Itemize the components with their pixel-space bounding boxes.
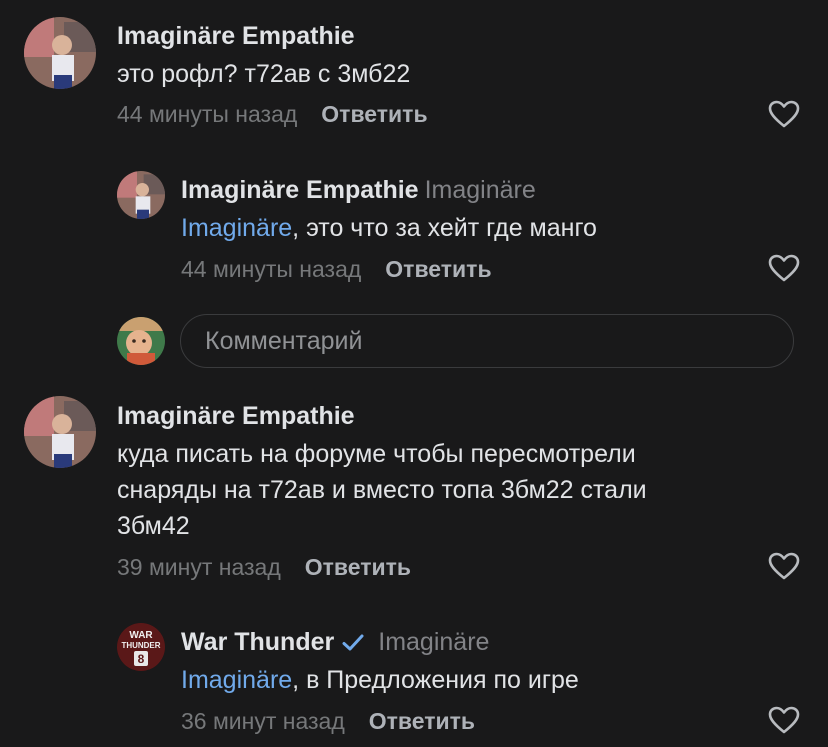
comment-text: это рофл? т72ав с 3мб22 [117,60,411,88]
logo-text-line3: 8 [138,652,145,666]
avatar[interactable] [24,396,96,468]
reply-button[interactable]: Ответить [305,554,411,580]
comment-text: Imaginäre, это что за хейт где манго [181,210,597,246]
comment-meta: 36 минут назад Ответить [181,708,475,735]
comment-meta: 44 минуты назад Ответить [181,256,492,283]
comment-text: Imaginäre, в Предложения по игре [181,662,579,698]
reply-button[interactable]: Ответить [385,256,491,282]
current-user-avatar [117,317,165,365]
comment-header: Imaginäre Empathie Imaginäre [181,176,536,205]
comment-meta: 44 минуты назад Ответить [117,101,428,128]
comment-body: , это что за хейт где манго [292,214,597,242]
comment-time: 44 минуты назад [181,256,362,282]
avatar[interactable] [117,171,165,219]
logo-text-line1: WAR [129,630,153,641]
comment-input-container[interactable] [180,314,794,368]
comment-meta: 39 минут назад Ответить [117,554,411,581]
comment-header: War Thunder Imaginäre [181,628,489,657]
comment-author[interactable]: Imaginäre Empathie [117,22,355,51]
war-thunder-logo-avatar[interactable]: WAR THUNDER 8 [117,623,165,671]
reply-button[interactable]: Ответить [321,101,427,127]
comment-author[interactable]: Imaginäre Empathie [181,176,419,204]
comment-author[interactable]: Imaginäre Empathie [117,402,355,431]
comment-text: куда писать на форуме чтобы пересмотрели… [117,440,647,540]
mention-link[interactable]: Imaginäre [181,214,292,242]
heart-icon[interactable] [768,706,800,734]
comment-author[interactable]: War Thunder [181,628,334,656]
heart-icon[interactable] [768,552,800,580]
logo-text-line2: THUNDER [121,641,160,650]
comment-time: 39 минут назад [117,554,281,580]
reply-button[interactable]: Ответить [369,708,475,734]
reply-to-name[interactable]: Imaginäre [378,628,489,656]
comment-time: 44 минуты назад [117,101,298,127]
comment-input[interactable] [203,315,767,368]
comment-body: , в Предложения по игре [292,666,579,694]
heart-icon[interactable] [768,254,800,282]
mention-link[interactable]: Imaginäre [181,666,292,694]
heart-icon[interactable] [768,100,800,128]
comment-time: 36 минут назад [181,708,345,734]
verified-check-icon [342,634,364,651]
reply-to-name[interactable]: Imaginäre [425,176,536,204]
avatar[interactable] [24,17,96,89]
